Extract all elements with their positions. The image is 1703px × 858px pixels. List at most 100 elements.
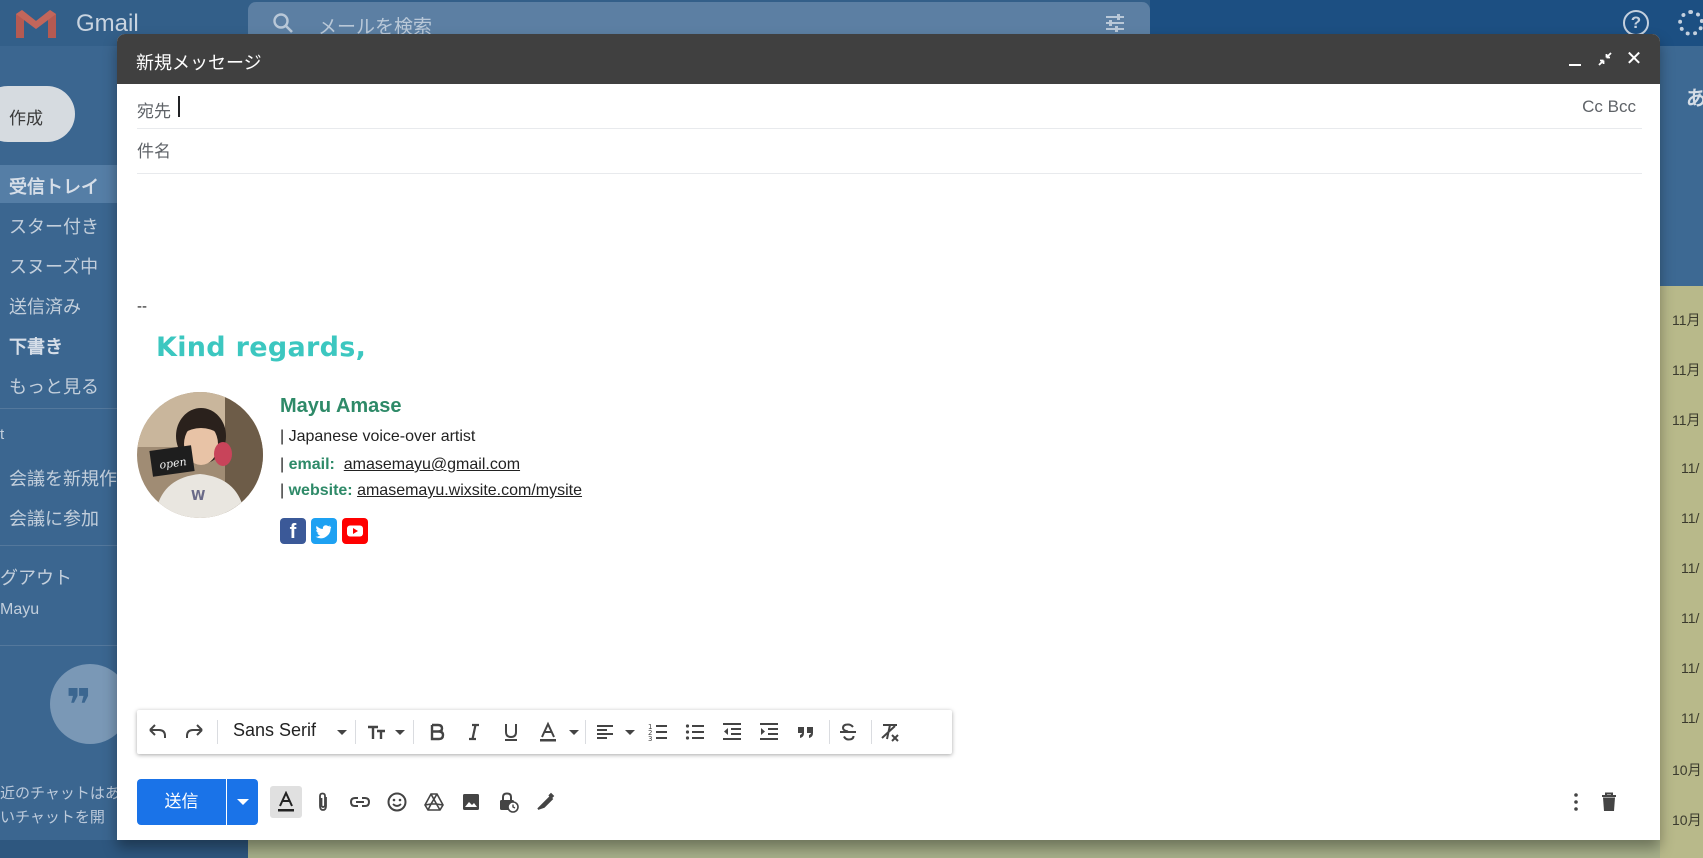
chat-quote-glyph: ❞ [66, 681, 92, 730]
to-field[interactable]: 宛先 Cc Bcc [137, 84, 1642, 129]
chat-start-text: いチャットを開 [0, 809, 105, 826]
right-badge: あ [1686, 88, 1703, 110]
attach-file-icon[interactable] [307, 786, 339, 818]
mail-date: 11月 [1672, 312, 1701, 328]
mail-date: 11/ [1681, 710, 1700, 726]
twitter-icon[interactable] [311, 518, 337, 544]
insert-photo-icon[interactable] [455, 786, 487, 818]
subject-field[interactable] [137, 129, 1642, 174]
send-options-button[interactable] [227, 779, 258, 825]
italic-icon[interactable] [458, 716, 490, 748]
mail-date: 10月 [1672, 762, 1702, 778]
minimize-icon[interactable] [1563, 47, 1587, 71]
toolbar-separator [217, 720, 218, 744]
toolbar-separator [829, 720, 830, 744]
confidential-mode-icon[interactable] [492, 786, 524, 818]
indent-less-icon[interactable] [716, 716, 748, 748]
compose-label: 作成 [9, 109, 43, 128]
mail-date: 11月 [1672, 362, 1701, 378]
gmail-logo-icon [16, 10, 56, 38]
sidebar-item-snoozed[interactable]: スヌーズ中 [9, 253, 98, 279]
redo-icon[interactable] [179, 716, 211, 748]
mail-date: 11/ [1681, 510, 1700, 526]
exit-fullscreen-icon[interactable] [1593, 47, 1617, 71]
undo-icon[interactable] [141, 716, 173, 748]
toolbar-separator [871, 720, 872, 744]
mail-date: 11/ [1681, 460, 1700, 476]
to-label: 宛先 [137, 102, 171, 121]
svg-text:W: W [191, 489, 205, 504]
facebook-icon[interactable]: f [280, 518, 306, 544]
font-family-select[interactable]: Sans Serif [233, 720, 316, 741]
sidebar-item-starred[interactable]: スター付き [9, 213, 99, 239]
chevron-down-icon[interactable] [395, 730, 405, 735]
toolbar-separator [585, 720, 586, 744]
search-icon[interactable] [272, 12, 294, 34]
sidebar-item-inbox[interactable]: 受信トレイ [9, 173, 99, 199]
text-caret [178, 96, 180, 117]
message-body[interactable]: -- Kind regards, open W Mayu Amase | Jap… [137, 184, 1642, 744]
text-color-icon[interactable] [532, 716, 564, 748]
help-icon[interactable]: ? [1623, 10, 1649, 36]
signature-regards: Kind regards, [156, 332, 367, 363]
more-options-icon[interactable] [1560, 786, 1592, 818]
signature-website-link[interactable]: amasemayu.wixsite.com/mysite [357, 482, 582, 499]
mail-date: 11/ [1681, 660, 1700, 676]
signature-email-line: | email: amasemayu@gmail.com [280, 456, 520, 474]
signature-email-link[interactable]: amasemayu@gmail.com [344, 456, 520, 473]
meet-title: t [0, 426, 5, 443]
formatting-toolbar: Sans Serif 123 [137, 710, 952, 754]
signature-website-prefix: | [280, 482, 289, 499]
sidebar-item-more[interactable]: もっと見る [9, 373, 99, 399]
signature-name: Mayu Amase [280, 395, 402, 417]
font-size-icon[interactable] [361, 716, 393, 748]
insert-link-icon[interactable] [344, 786, 376, 818]
svg-text:3: 3 [648, 735, 652, 743]
emoji-icon[interactable] [381, 786, 413, 818]
indent-more-icon[interactable] [753, 716, 785, 748]
numbered-list-icon[interactable]: 123 [642, 716, 674, 748]
bold-icon[interactable] [421, 716, 453, 748]
discard-draft-icon[interactable] [1593, 786, 1625, 818]
hangout-title: グアウト [0, 568, 72, 588]
underline-icon[interactable] [495, 716, 527, 748]
signature-website-key: website: [288, 482, 353, 499]
chevron-down-icon[interactable] [337, 730, 347, 735]
meet-join[interactable]: 会議に参加 [9, 505, 99, 531]
align-icon[interactable] [589, 716, 621, 748]
signature-separator: -- [137, 298, 147, 315]
close-icon[interactable]: ✕ [1622, 47, 1646, 71]
to-input[interactable] [183, 92, 1483, 122]
signature-email-key: email: [288, 456, 335, 473]
mail-date: 11/ [1681, 610, 1700, 626]
sidebar-item-drafts[interactable]: 下書き [9, 333, 63, 359]
hangout-user[interactable]: Mayu [0, 601, 39, 619]
signature-photo: open W [137, 392, 263, 518]
chevron-down-icon[interactable] [625, 730, 635, 735]
google-drive-icon[interactable] [418, 786, 450, 818]
youtube-icon[interactable] [342, 518, 368, 544]
sidebar-item-sent[interactable]: 送信済み [9, 293, 81, 319]
mail-date: 10月 [1672, 812, 1702, 828]
formatting-options-icon[interactable] [270, 786, 302, 818]
quote-icon[interactable] [790, 716, 822, 748]
compose-header[interactable]: 新規メッセージ ✕ [117, 34, 1660, 84]
send-button[interactable]: 送信 [137, 779, 226, 825]
bulleted-list-icon[interactable] [679, 716, 711, 748]
search-options-icon[interactable] [1104, 12, 1126, 34]
mail-date: 11月 [1672, 412, 1701, 428]
signature-icon[interactable] [529, 786, 561, 818]
strikethrough-icon[interactable] [832, 716, 864, 748]
subject-input[interactable] [137, 137, 1637, 167]
meet-new-meeting[interactable]: 会議を新規作 [9, 465, 117, 491]
signature-website-line: | website: amasemayu.wixsite.com/mysite [280, 482, 582, 500]
gear-icon[interactable] [1678, 10, 1703, 36]
toolbar-separator [413, 720, 414, 744]
sidebar-bottom [0, 840, 248, 858]
remove-formatting-icon[interactable] [874, 716, 906, 748]
signature-role: | Japanese voice-over artist [280, 428, 476, 445]
chevron-down-icon[interactable] [569, 730, 579, 735]
mail-date: 11/ [1681, 560, 1700, 576]
chat-empty-text: 近のチャットはあ [0, 785, 120, 802]
cc-bcc-toggle[interactable]: Cc Bcc [1582, 97, 1636, 117]
